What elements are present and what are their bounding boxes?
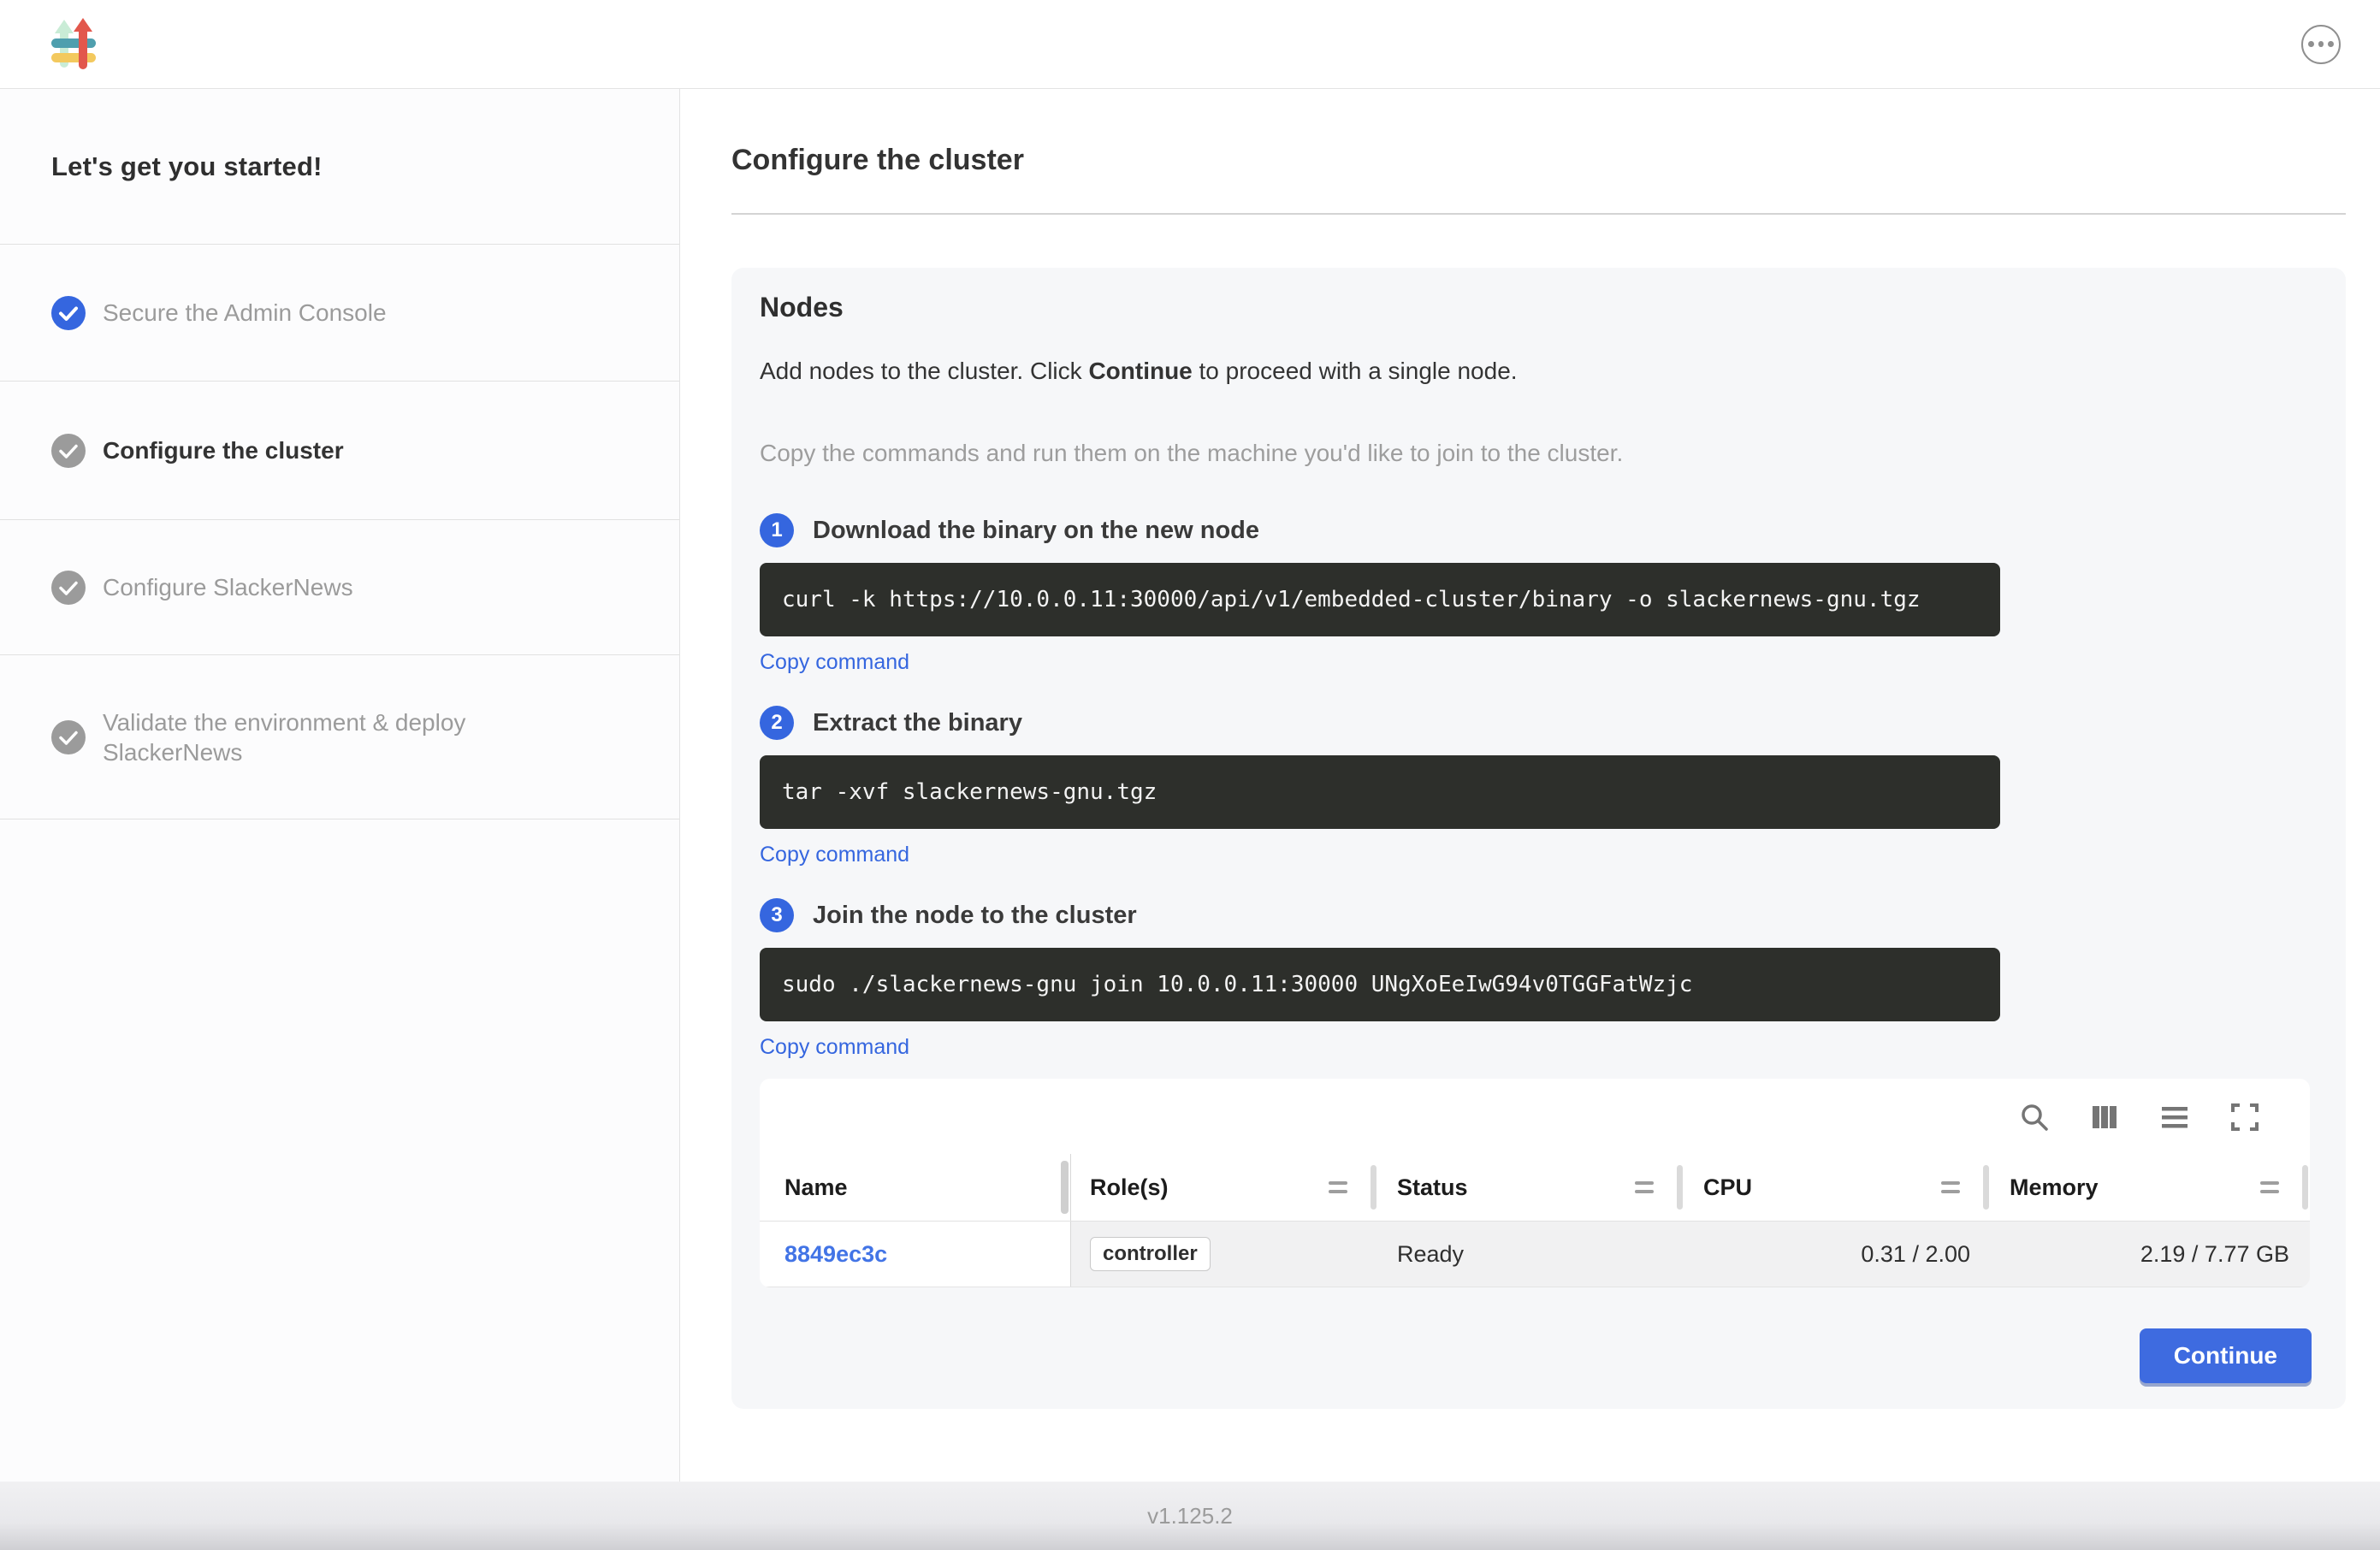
column-menu-icon[interactable]	[1635, 1181, 1654, 1193]
node-cpu-cell: 0.31 / 2.00	[1684, 1222, 1991, 1287]
table-fullscreen-button[interactable]	[2229, 1103, 2260, 1133]
column-resize-handle[interactable]	[1371, 1165, 1376, 1210]
setup-progress-sidebar: Let's get you started! Secure the Admin …	[0, 89, 680, 1482]
sidebar-item-label: Configure the cluster	[103, 435, 344, 465]
copy-command-link[interactable]: Copy command	[760, 1035, 909, 1060]
card-actions: Continue	[760, 1328, 2312, 1383]
version-label: v1.125.2	[1147, 1503, 1233, 1529]
sidebar-item-label: Validate the environment & deploy Slacke…	[103, 707, 599, 767]
app-header	[0, 0, 2380, 89]
column-resize-handle[interactable]	[1061, 1161, 1069, 1214]
nodes-heading: Nodes	[760, 292, 2312, 323]
column-menu-icon[interactable]	[1329, 1181, 1347, 1193]
step-3-header: 3 Join the node to the cluster	[760, 898, 2312, 932]
column-header-status[interactable]: Status	[1378, 1154, 1684, 1221]
copy-command-link[interactable]: Copy command	[760, 650, 909, 675]
step-2-title: Extract the binary	[813, 709, 1022, 737]
ellipsis-icon	[2308, 41, 2314, 47]
role-badge: controller	[1090, 1237, 1211, 1271]
app-footer: v1.125.2	[0, 1482, 2380, 1550]
intro-continue-emphasis: Continue	[1088, 358, 1192, 384]
column-header-cpu[interactable]: CPU	[1684, 1154, 1991, 1221]
table-toolbar	[760, 1079, 2310, 1154]
main-content: Configure the cluster Nodes Add nodes to…	[680, 89, 2380, 1482]
column-resize-handle[interactable]	[1677, 1165, 1683, 1210]
column-resize-handle[interactable]	[1983, 1165, 1989, 1210]
step-2-number-badge: 2	[760, 706, 794, 740]
page-title: Configure the cluster	[731, 144, 2346, 177]
getting-started-heading: Let's get you started!	[51, 151, 323, 182]
table-density-button[interactable]	[2159, 1103, 2190, 1133]
node-memory-cell: 2.19 / 7.77 GB	[1991, 1222, 2310, 1287]
step-3-command-codeblock: sudo ./slackernews-gnu join 10.0.0.11:30…	[760, 948, 2000, 1021]
node-name-link[interactable]: 8849ec3c	[784, 1241, 887, 1268]
step-1-title: Download the binary on the new node	[813, 517, 1259, 545]
step-1-header: 1 Download the binary on the new node	[760, 513, 2312, 547]
step-1-number-badge: 1	[760, 513, 794, 547]
sidebar-item-configure-slackernews: Configure SlackerNews	[0, 520, 679, 655]
column-menu-icon[interactable]	[2260, 1181, 2279, 1193]
sidebar-heading-row: Let's get you started!	[0, 89, 679, 245]
sidebar-item-label: Configure SlackerNews	[103, 572, 353, 602]
table-header-row: Name Role(s) Status CPU	[760, 1154, 2310, 1222]
table-columns-button[interactable]	[2089, 1103, 2120, 1133]
check-circle-pending-icon	[51, 571, 86, 605]
page-shell: Let's get you started! Secure the Admin …	[0, 89, 2380, 1482]
table-search-button[interactable]	[2019, 1103, 2050, 1133]
step-1-command-codeblock: curl -k https://10.0.0.11:30000/api/v1/e…	[760, 563, 2000, 636]
column-header-name[interactable]: Name	[760, 1154, 1071, 1221]
sidebar-item-validate-deploy: Validate the environment & deploy Slacke…	[0, 655, 679, 819]
search-icon	[2019, 1102, 2050, 1135]
table-row: 8849ec3c controller Ready 0.31 / 2.00 2.…	[760, 1222, 2310, 1287]
nodes-table-panel: Name Role(s) Status CPU	[760, 1079, 2310, 1287]
check-circle-pending-icon	[51, 720, 86, 754]
title-divider	[731, 213, 2346, 215]
column-header-roles[interactable]: Role(s)	[1071, 1154, 1378, 1221]
step-3-number-badge: 3	[760, 898, 794, 932]
density-icon	[2159, 1102, 2190, 1135]
copy-command-link[interactable]: Copy command	[760, 843, 909, 867]
sidebar-item-secure-admin-console: Secure the Admin Console	[0, 245, 679, 382]
column-menu-icon[interactable]	[1941, 1181, 1960, 1193]
sidebar-item-label: Secure the Admin Console	[103, 298, 387, 328]
node-roles-cell: controller	[1071, 1222, 1378, 1287]
overflow-menu-button[interactable]	[2301, 25, 2341, 64]
step-3-title: Join the node to the cluster	[813, 902, 1137, 930]
node-status-cell: Ready	[1378, 1222, 1684, 1287]
check-circle-pending-icon	[51, 434, 86, 468]
column-resize-handle[interactable]	[2302, 1165, 2308, 1210]
copy-instructions-text: Copy the commands and run them on the ma…	[760, 440, 2312, 467]
node-name-cell: 8849ec3c	[760, 1222, 1071, 1287]
columns-icon	[2089, 1102, 2120, 1135]
continue-button[interactable]: Continue	[2140, 1328, 2312, 1383]
fullscreen-icon	[2229, 1102, 2260, 1135]
column-header-memory[interactable]: Memory	[1991, 1154, 2310, 1221]
check-circle-complete-icon	[51, 296, 86, 330]
nodes-card: Nodes Add nodes to the cluster. Click Co…	[731, 268, 2346, 1409]
slackernews-logo-icon	[50, 18, 98, 71]
sidebar-item-configure-cluster: Configure the cluster	[0, 382, 679, 520]
step-2-header: 2 Extract the binary	[760, 706, 2312, 740]
nodes-intro-text: Add nodes to the cluster. Click Continue…	[760, 358, 2312, 385]
step-2-command-codeblock: tar -xvf slackernews-gnu.tgz	[760, 755, 2000, 829]
